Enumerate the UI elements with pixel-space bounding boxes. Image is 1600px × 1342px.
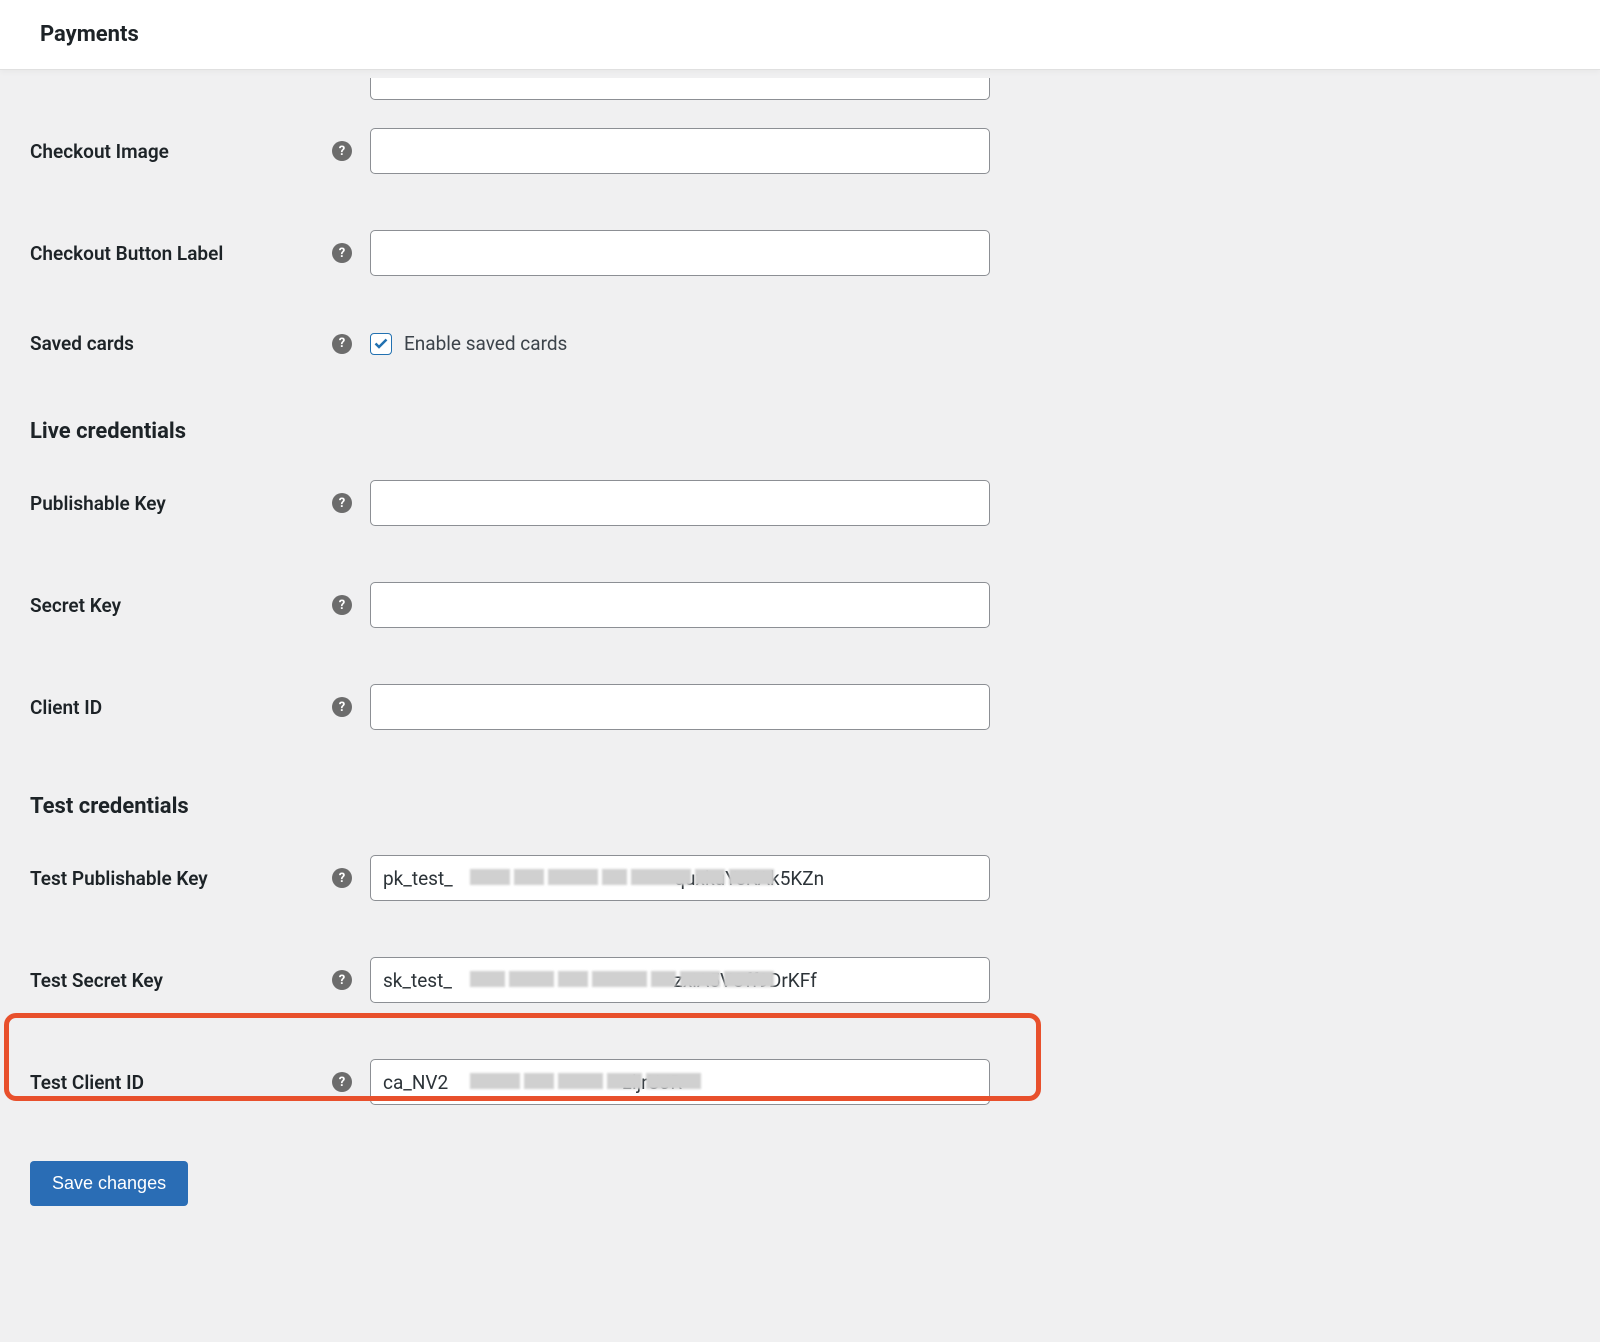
checkout-image-input[interactable] bbox=[370, 128, 990, 174]
help-icon[interactable]: ? bbox=[332, 1072, 352, 1092]
checkout-button-label-input[interactable] bbox=[370, 230, 990, 276]
redaction-overlay bbox=[470, 863, 774, 891]
help-icon[interactable]: ? bbox=[332, 493, 352, 513]
label-checkout-image: Checkout Image bbox=[30, 140, 169, 163]
help-icon[interactable]: ? bbox=[332, 243, 352, 263]
help-icon[interactable]: ? bbox=[332, 595, 352, 615]
settings-form: Checkout Image ? Checkout Button Label ?… bbox=[0, 78, 1600, 1246]
row-test-publishable-key: Test Publishable Key ? bbox=[30, 827, 1570, 929]
redaction-overlay bbox=[470, 965, 774, 993]
client-id-input[interactable] bbox=[370, 684, 990, 730]
check-icon bbox=[374, 338, 388, 349]
row-saved-cards: Saved cards ? Enable saved cards bbox=[30, 304, 1570, 383]
help-icon[interactable]: ? bbox=[332, 970, 352, 990]
label-client-id: Client ID bbox=[30, 696, 102, 719]
page-title: Payments bbox=[40, 22, 1560, 47]
label-publishable-key: Publishable Key bbox=[30, 492, 166, 515]
label-saved-cards: Saved cards bbox=[30, 332, 134, 355]
row-client-id: Client ID ? bbox=[30, 656, 1570, 758]
label-test-client-id: Test Client ID bbox=[30, 1071, 144, 1094]
label-test-publishable-key: Test Publishable Key bbox=[30, 867, 208, 890]
redaction-overlay bbox=[470, 1067, 701, 1095]
label-test-secret-key: Test Secret Key bbox=[30, 969, 163, 992]
help-icon[interactable]: ? bbox=[332, 697, 352, 717]
previous-field-partial[interactable] bbox=[370, 78, 990, 100]
publishable-key-input[interactable] bbox=[370, 480, 990, 526]
secret-key-input[interactable] bbox=[370, 582, 990, 628]
saved-cards-checkbox-label: Enable saved cards bbox=[404, 332, 567, 355]
label-checkout-button-label: Checkout Button Label bbox=[30, 242, 223, 265]
row-test-client-id: Test Client ID ? bbox=[30, 1031, 1570, 1133]
section-live-credentials: Live credentials bbox=[30, 383, 1570, 452]
saved-cards-checkbox[interactable] bbox=[370, 333, 392, 355]
section-test-credentials: Test credentials bbox=[30, 758, 1570, 827]
row-test-secret-key: Test Secret Key ? bbox=[30, 929, 1570, 1031]
row-secret-key: Secret Key ? bbox=[30, 554, 1570, 656]
help-icon[interactable]: ? bbox=[332, 141, 352, 161]
row-checkout-image: Checkout Image ? bbox=[30, 100, 1570, 202]
label-secret-key: Secret Key bbox=[30, 594, 121, 617]
row-checkout-button-label: Checkout Button Label ? bbox=[30, 202, 1570, 304]
save-button[interactable]: Save changes bbox=[30, 1161, 188, 1206]
row-publishable-key: Publishable Key ? bbox=[30, 452, 1570, 554]
page-header: Payments bbox=[0, 0, 1600, 70]
help-icon[interactable]: ? bbox=[332, 334, 352, 354]
help-icon[interactable]: ? bbox=[332, 868, 352, 888]
